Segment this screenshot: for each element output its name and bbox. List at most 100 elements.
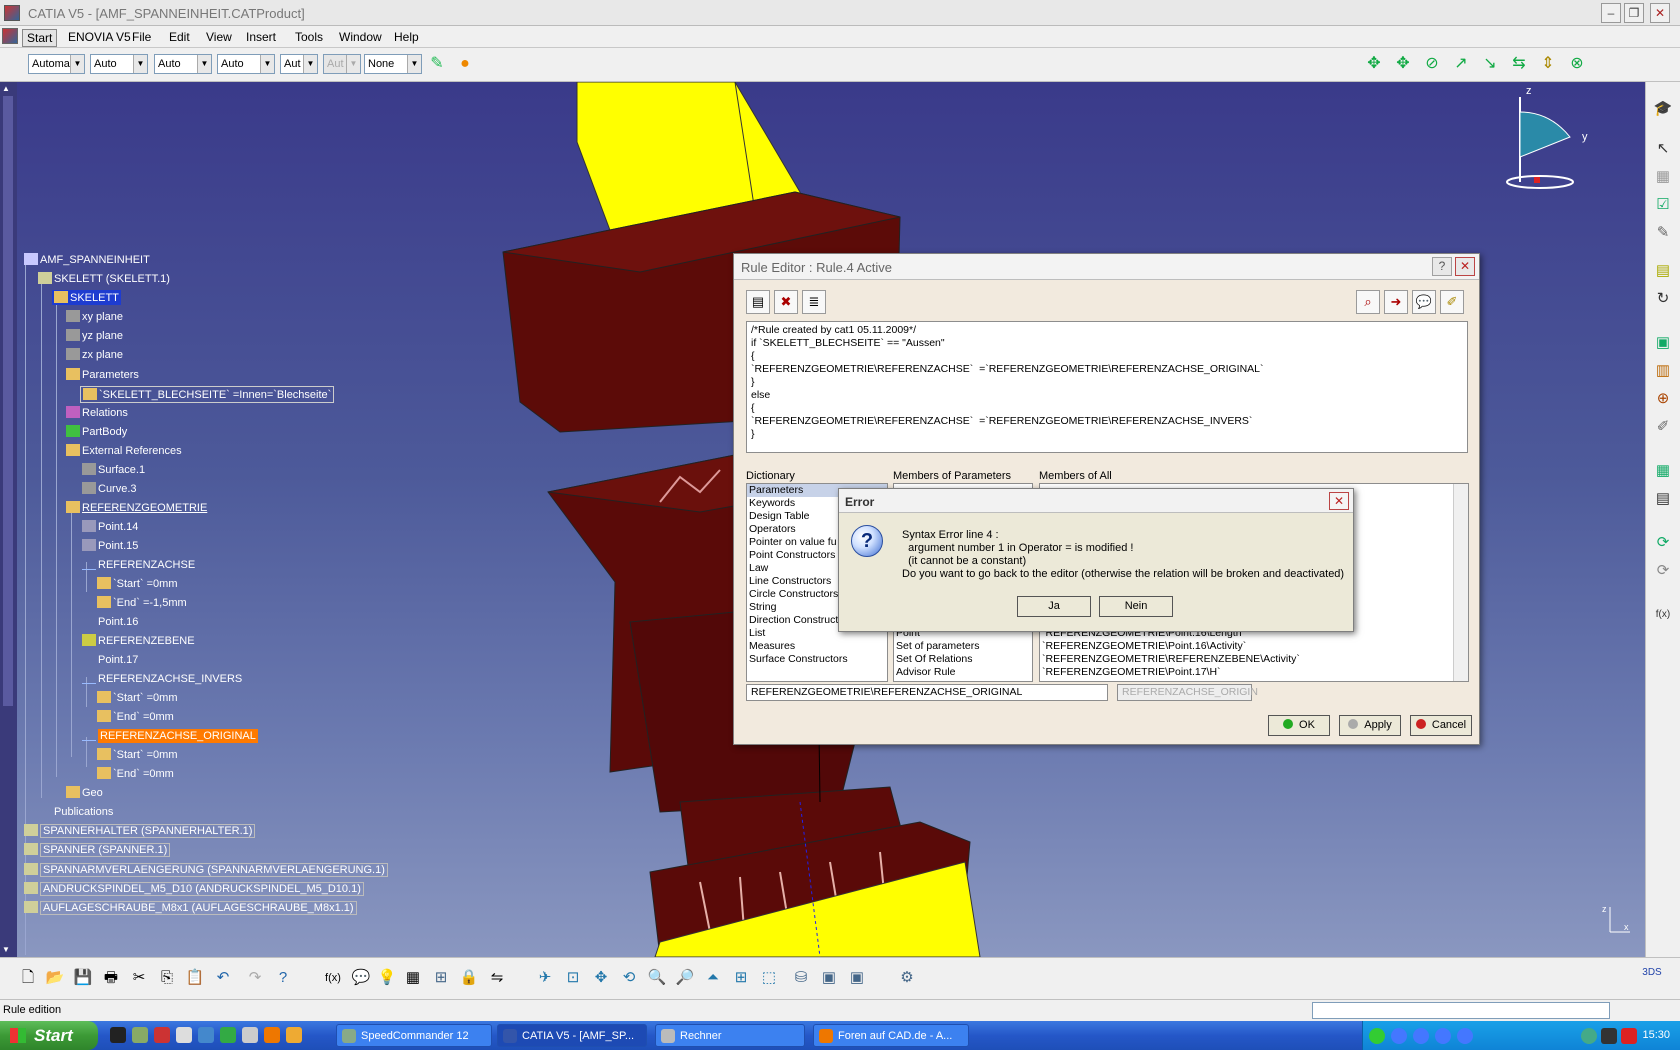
- tree-item-spanner[interactable]: SPANNER (SPANNER.1): [22, 842, 172, 857]
- pan-icon[interactable]: ✥: [1363, 53, 1385, 75]
- menu-view[interactable]: View: [202, 29, 236, 45]
- material-icon[interactable]: ⚙: [896, 967, 918, 989]
- list-icon[interactable]: ≣: [802, 290, 826, 314]
- refresh-icon[interactable]: ⟳: [1652, 560, 1674, 582]
- tree-item-andruckspindel[interactable]: ANDRUCKSPINDEL_M5_D10 (ANDRUCKSPINDEL_M5…: [22, 881, 366, 896]
- iso-view-icon[interactable]: ⬚: [758, 967, 780, 989]
- update-icon[interactable]: ⟳: [1652, 532, 1674, 554]
- check-icon[interactable]: ☑: [1652, 194, 1674, 216]
- menu-file[interactable]: File: [128, 29, 155, 45]
- pan-icon[interactable]: ✥: [590, 967, 612, 989]
- tree-item-partbody[interactable]: PartBody: [64, 424, 129, 439]
- hide-show-icon[interactable]: ▣: [818, 967, 840, 989]
- manipulate-icon[interactable]: ✥: [1392, 53, 1414, 75]
- print-icon[interactable]: 🖶: [100, 967, 122, 989]
- menu-start[interactable]: Start: [22, 29, 58, 47]
- menu-tools[interactable]: Tools: [291, 29, 327, 45]
- scrollbar[interactable]: [1453, 484, 1468, 681]
- task-catia[interactable]: CATIA V5 - [AMF_SP...: [497, 1024, 647, 1047]
- go-to-error-icon[interactable]: ➜: [1384, 290, 1408, 314]
- explode-icon[interactable]: ⇆: [1508, 53, 1530, 75]
- menu-enovia[interactable]: ENOVIA V5: [64, 29, 135, 45]
- tray-icon[interactable]: [1621, 1028, 1637, 1044]
- quicklaunch-icon[interactable]: [220, 1027, 236, 1043]
- zoom-in-icon[interactable]: 🔍: [646, 967, 668, 989]
- layer-combo[interactable]: None ▼: [364, 54, 422, 74]
- task-firefox[interactable]: Foren auf CAD.de - A...: [813, 1024, 969, 1047]
- list-item[interactable]: `REFERENZGEOMETRIE\Point.17\H`: [1040, 666, 1468, 679]
- tree-item-referenzgeometrie[interactable]: REFERENZGEOMETRIE: [64, 500, 209, 515]
- cut-icon[interactable]: ✂: [128, 967, 150, 989]
- whats-this-icon[interactable]: ?: [272, 967, 294, 989]
- incremental-icon[interactable]: ⌕: [1356, 290, 1380, 314]
- tray-icon[interactable]: [1601, 1028, 1617, 1044]
- tree-item-invers-end[interactable]: `End` =0mm: [95, 709, 176, 724]
- eraser-icon[interactable]: ✐: [1440, 290, 1464, 314]
- task-speedcommander[interactable]: SpeedCommander 12: [336, 1024, 492, 1047]
- tree-item-relations[interactable]: Relations: [64, 405, 130, 420]
- command-input[interactable]: [1312, 1002, 1610, 1019]
- tree-item-yz-plane[interactable]: yz plane: [64, 328, 125, 343]
- tree-item-external-references[interactable]: External References: [64, 443, 184, 458]
- tray-icon[interactable]: [1581, 1028, 1597, 1044]
- path-field[interactable]: REFERENZGEOMETRIE\REFERENZACHSE_ORIGINAL: [746, 684, 1108, 701]
- quicklaunch-icon[interactable]: [154, 1027, 170, 1043]
- point-combo[interactable]: Aut ▼: [280, 54, 318, 74]
- formula-fx-icon[interactable]: f(x): [322, 967, 344, 989]
- linewidth-combo[interactable]: Auto ▼: [154, 54, 212, 74]
- formula-icon[interactable]: ▤: [1652, 260, 1674, 282]
- tree-item-referenzachse[interactable]: REFERENZACHSE: [80, 557, 197, 572]
- zoom-out-icon[interactable]: 🔎: [674, 967, 696, 989]
- tray-icon[interactable]: [1413, 1028, 1429, 1044]
- menu-help[interactable]: Help: [390, 29, 423, 45]
- list-item[interactable]: `REFERENZGEOMETRIE\Point.16\Activity`: [1040, 640, 1468, 653]
- select-icon[interactable]: ↖: [1652, 138, 1674, 160]
- design-table-icon[interactable]: ▦: [1652, 460, 1674, 482]
- knowledge-icon[interactable]: 🎓: [1652, 98, 1674, 120]
- multi-view-icon[interactable]: ⊞: [730, 967, 752, 989]
- redo-icon[interactable]: ↷: [244, 967, 266, 989]
- search-icon[interactable]: ▦: [1652, 166, 1674, 188]
- yes-button[interactable]: Ja: [1017, 596, 1091, 617]
- tree-root[interactable]: AMF_SPANNEINHEIT: [22, 252, 152, 267]
- lightbulb-icon[interactable]: 💡: [376, 967, 398, 989]
- color-combo[interactable]: Automa ▼: [28, 54, 85, 74]
- outline-icon[interactable]: ▤: [746, 290, 770, 314]
- tree-item-point16[interactable]: Point.16: [80, 614, 140, 629]
- tree-item-auflageschraube[interactable]: AUFLAGESCHRAUBE_M8x1 (AUFLAGESCHRAUBE_M8…: [22, 900, 359, 915]
- compass-icon[interactable]: z y: [1490, 82, 1610, 212]
- lock-icon[interactable]: 🔒: [458, 967, 480, 989]
- snap-to-point-icon[interactable]: ↘: [1479, 53, 1501, 75]
- help-button[interactable]: ?: [1432, 257, 1452, 276]
- tree-item-referenzachse-end[interactable]: `End` =-1,5mm: [95, 595, 189, 610]
- tree-item-spannerhalter[interactable]: SPANNERHALTER (SPANNERHALTER.1): [22, 823, 257, 838]
- quicklaunch-icon[interactable]: [132, 1027, 148, 1043]
- no-button[interactable]: Nein: [1099, 596, 1173, 617]
- undo-icon[interactable]: ↶: [212, 967, 234, 989]
- start-button[interactable]: Start: [0, 1021, 98, 1050]
- rule-icon[interactable]: ⊕: [1652, 388, 1674, 410]
- fit-all-icon[interactable]: ⊡: [562, 967, 584, 989]
- menu-edit[interactable]: Edit: [165, 29, 194, 45]
- list-item[interactable]: Surface Constructors: [747, 653, 887, 666]
- tree-item-publications[interactable]: Publications: [36, 804, 115, 819]
- new-icon[interactable]: 🗋: [17, 967, 39, 989]
- ok-button[interactable]: OK: [1268, 715, 1330, 736]
- tree-item-skelett-part[interactable]: SKELETT: [52, 290, 121, 305]
- quicklaunch-icon[interactable]: [198, 1027, 214, 1043]
- tree-item-surface1[interactable]: Surface.1: [80, 462, 147, 477]
- stop-manipulate-icon[interactable]: ⊗: [1566, 53, 1588, 75]
- menu-window[interactable]: Window: [335, 29, 386, 45]
- fly-icon[interactable]: ✈: [534, 967, 556, 989]
- viewport-scrollbar[interactable]: ▲ ▼: [0, 82, 17, 957]
- task-rechner[interactable]: Rechner: [655, 1024, 805, 1047]
- open-icon[interactable]: 📂: [44, 967, 66, 989]
- tray-icon[interactable]: [1457, 1028, 1473, 1044]
- rule-code-editor[interactable]: /*Rule created by cat1 05.11.2009*/ if `…: [746, 321, 1468, 453]
- tree-item-parameter-blechseite[interactable]: `SKELETT_BLECHSEITE` =Innen=`Blechseite`: [80, 386, 335, 403]
- tree-item-skelett-instance[interactable]: SKELETT (SKELETT.1): [36, 271, 172, 286]
- close-button[interactable]: ✕: [1650, 3, 1670, 23]
- snap-icon[interactable]: ⊘: [1421, 53, 1443, 75]
- list-item[interactable]: Set Of Relations: [894, 653, 1032, 666]
- constraint-icon[interactable]: ⇕: [1537, 53, 1559, 75]
